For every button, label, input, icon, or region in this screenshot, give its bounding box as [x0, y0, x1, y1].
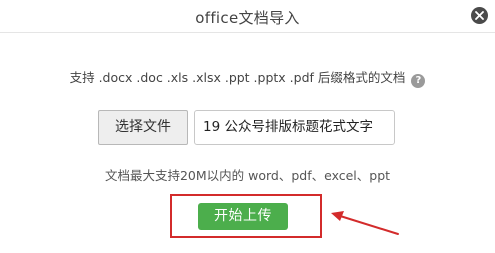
choose-file-button[interactable]: 选择文件	[98, 110, 188, 145]
supported-formats-hint: 支持 .docx .doc .xls .xlsx .ppt .pptx .pdf…	[0, 67, 495, 88]
dialog-header: office文档导入	[0, 0, 495, 33]
annotation-arrow-icon	[331, 211, 399, 235]
dialog-title: office文档导入	[195, 9, 300, 27]
file-name-field[interactable]: 19 公众号排版标题花式文字	[194, 110, 395, 145]
start-upload-button[interactable]: 开始上传	[198, 203, 288, 230]
close-icon[interactable]	[471, 7, 488, 24]
supported-formats-text: 支持 .docx .doc .xls .xlsx .ppt .pptx .pdf…	[69, 70, 406, 85]
question-mark-icon[interactable]: ?	[411, 74, 426, 88]
office-import-dialog: office文档导入 支持 .docx .doc .xls .xlsx .ppt…	[0, 0, 495, 253]
size-limit-text: 文档最大支持20M以内的 word、pdf、excel、ppt	[104, 168, 391, 183]
